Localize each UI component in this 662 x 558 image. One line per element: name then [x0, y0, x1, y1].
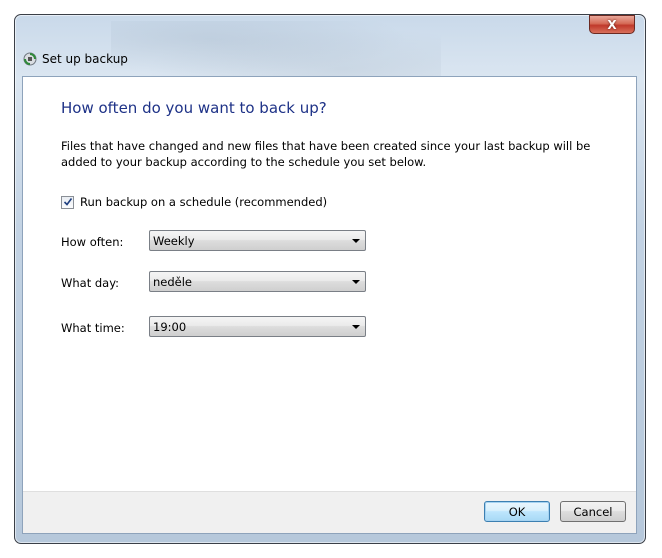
glass-blur [111, 21, 441, 81]
how-often-select[interactable]: Weekly [149, 230, 366, 251]
ok-button[interactable]: OK [484, 501, 550, 522]
close-icon: X [607, 17, 617, 32]
what-day-select[interactable]: neděle [149, 271, 366, 292]
how-often-value: Weekly [153, 233, 195, 248]
what-day-label: What day: [61, 276, 120, 290]
what-time-label: What time: [61, 321, 125, 335]
close-button[interactable]: X [589, 15, 635, 34]
chevron-down-icon [352, 239, 360, 243]
window-title: Set up backup [42, 52, 128, 66]
title-bar: Set up backup [22, 50, 128, 68]
what-time-value: 19:00 [153, 319, 187, 334]
schedule-checkbox[interactable] [61, 195, 74, 209]
schedule-checkbox-row[interactable]: Run backup on a schedule (recommended) [61, 195, 327, 209]
chevron-down-icon [352, 325, 360, 329]
chevron-down-icon [352, 280, 360, 284]
schedule-checkbox-label: Run backup on a schedule (recommended) [80, 195, 328, 209]
what-time-select[interactable]: 19:00 [149, 316, 366, 337]
dialog-footer: OK Cancel [23, 491, 636, 533]
checkmark-icon [63, 197, 73, 206]
dialog-client-area: How often do you want to back up? Files … [22, 76, 637, 534]
page-heading: How often do you want to back up? [61, 99, 327, 117]
cancel-button[interactable]: Cancel [560, 501, 626, 522]
how-often-label: How often: [61, 235, 124, 249]
page-description: Files that have changed and new files th… [61, 139, 591, 169]
backup-icon [23, 52, 37, 66]
what-day-value: neděle [153, 274, 193, 289]
